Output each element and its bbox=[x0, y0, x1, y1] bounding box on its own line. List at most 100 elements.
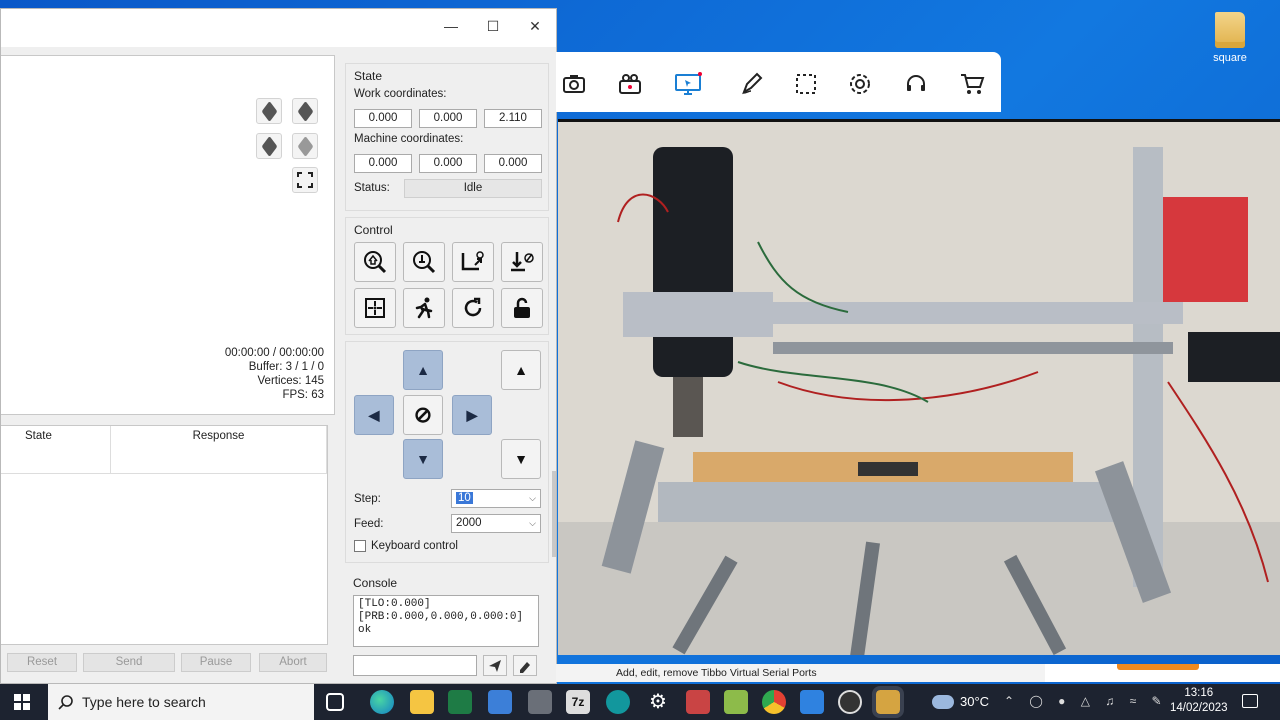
store-icon[interactable] bbox=[488, 690, 512, 714]
scrollbar[interactable] bbox=[552, 471, 556, 557]
visualizer[interactable]: 00:00:00 / 00:00:00 Buffer: 3 / 1 / 0 Ve… bbox=[1, 55, 335, 415]
app-icon[interactable] bbox=[528, 690, 552, 714]
console-input[interactable] bbox=[353, 655, 477, 676]
minimize-button[interactable]: — bbox=[429, 14, 473, 38]
jog-x-plus-button[interactable]: ▶ bbox=[452, 395, 492, 435]
search-placeholder: Type here to search bbox=[82, 694, 206, 710]
excel-icon[interactable] bbox=[448, 690, 472, 714]
candle-taskbar-icon[interactable] bbox=[872, 686, 904, 718]
app-icon-3[interactable] bbox=[724, 690, 748, 714]
work-coordinates-label: Work coordinates: bbox=[354, 88, 447, 100]
fps-readout: FPS: 63 bbox=[282, 389, 324, 401]
video-icon[interactable] bbox=[612, 66, 648, 102]
status-bar-right bbox=[1045, 664, 1280, 682]
select-region-icon[interactable] bbox=[788, 66, 824, 102]
send-button[interactable]: Send bbox=[83, 653, 175, 672]
send-icon[interactable] bbox=[483, 655, 507, 676]
cnc-machine-photo bbox=[558, 122, 1280, 655]
abort-button[interactable]: Abort bbox=[259, 653, 327, 672]
jog-z-minus-button[interactable]: ▼ bbox=[501, 439, 541, 479]
taskbar: Type here to search 7z ⚙ 30°C ⌃ ◯ ● △ ♫ … bbox=[0, 684, 1280, 720]
cube-view-icon[interactable] bbox=[256, 133, 282, 159]
maximize-button[interactable]: ☐ bbox=[471, 14, 515, 38]
candle-window: — ☐ ✕ 00:00:00 / 00:00:00 Buffer: 3 / 1 … bbox=[0, 8, 557, 684]
arduino-icon[interactable] bbox=[606, 690, 630, 714]
jog-stop-button[interactable]: ⊘ bbox=[403, 395, 443, 435]
keyboard-control-checkbox[interactable] bbox=[354, 540, 366, 552]
jog-y-minus-button[interactable]: ▼ bbox=[403, 439, 443, 479]
windows-start-icon[interactable] bbox=[14, 694, 30, 710]
cube-view-icon[interactable] bbox=[292, 133, 318, 159]
system-tray-icons[interactable]: ⌃ ◯ ● △ ♫ ≈ ✎ bbox=[1004, 694, 1168, 708]
keyboard-control-label: Keyboard control bbox=[371, 540, 458, 552]
search-input[interactable]: Type here to search bbox=[48, 684, 314, 720]
chrome-icon[interactable] bbox=[762, 690, 786, 714]
screen-cast-icon[interactable] bbox=[670, 66, 706, 102]
column-header-response[interactable]: Response bbox=[111, 426, 327, 474]
visualizer-stats: 00:00:00 / 00:00:00 Buffer: 3 / 1 / 0 Ve… bbox=[225, 346, 324, 402]
safe-position-icon[interactable] bbox=[403, 288, 445, 328]
clock[interactable]: 13:16 14/02/2023 bbox=[1170, 686, 1228, 716]
column-header-state[interactable]: State bbox=[1, 426, 111, 474]
headset-icon[interactable] bbox=[898, 66, 934, 102]
control-group: Control bbox=[345, 217, 549, 335]
progress-indicator bbox=[1117, 664, 1199, 670]
buffer-readout: Buffer: 3 / 1 / 0 bbox=[248, 361, 324, 373]
console-output[interactable]: [TLO:0.000] [PRB:0.000,0.000,0.000:0] ok bbox=[353, 595, 539, 647]
feed-select[interactable]: 2000 ⌵ bbox=[451, 514, 541, 533]
camera-icon[interactable] bbox=[556, 66, 592, 102]
console-title: Console bbox=[353, 576, 398, 590]
work-y-value: 0.000 bbox=[419, 109, 477, 128]
7zip-icon[interactable]: 7z bbox=[566, 690, 590, 714]
status-bar-text: Add, edit, remove Tibbo Virtual Serial P… bbox=[556, 664, 1045, 682]
step-select-value: 10 bbox=[456, 492, 473, 504]
close-button[interactable]: ✕ bbox=[513, 14, 557, 38]
zero-xy-icon[interactable] bbox=[452, 242, 494, 282]
command-table[interactable]: State Response bbox=[1, 425, 328, 645]
task-view-icon[interactable] bbox=[326, 693, 344, 711]
app-icon-4[interactable] bbox=[800, 690, 824, 714]
origin-icon[interactable] bbox=[354, 288, 396, 328]
home-icon[interactable] bbox=[354, 242, 396, 282]
chevron-down-icon: ⌵ bbox=[529, 493, 536, 503]
vertices-readout: Vertices: 145 bbox=[257, 375, 324, 387]
notifications-icon[interactable] bbox=[1242, 694, 1258, 708]
feed-label: Feed: bbox=[354, 518, 384, 530]
state-group: State Work coordinates: 0.000 0.000 2.11… bbox=[345, 63, 549, 211]
step-select[interactable]: 10 ⌵ bbox=[451, 489, 541, 508]
app-icon-2[interactable] bbox=[686, 690, 710, 714]
search-icon bbox=[58, 695, 73, 710]
time-readout: 00:00:00 / 00:00:00 bbox=[224, 347, 324, 359]
edge-icon[interactable] bbox=[370, 690, 394, 714]
unlock-icon[interactable] bbox=[501, 288, 543, 328]
desktop-icon-label: square bbox=[1213, 52, 1247, 64]
cube-view-icon[interactable] bbox=[292, 98, 318, 124]
file-explorer-icon[interactable] bbox=[410, 690, 434, 714]
reset-icon[interactable] bbox=[452, 288, 494, 328]
desktop-icon-square[interactable]: square bbox=[1204, 12, 1256, 64]
status-badge: Idle bbox=[404, 179, 542, 198]
jog-group: ▲ ▲ ◀ ⊘ ▶ ▼ ▼ Step: 10 ⌵ Feed: 2000 ⌵ Ke… bbox=[345, 341, 549, 563]
work-x-value: 0.000 bbox=[354, 109, 412, 128]
reset-button[interactable]: Reset bbox=[7, 653, 77, 672]
jog-z-plus-button[interactable]: ▲ bbox=[501, 350, 541, 390]
gear-icon[interactable] bbox=[842, 66, 878, 102]
zero-probe-icon[interactable] bbox=[403, 242, 445, 282]
jog-x-minus-button[interactable]: ◀ bbox=[354, 395, 394, 435]
pen-icon[interactable] bbox=[734, 66, 770, 102]
work-z-value: 2.110 bbox=[484, 109, 542, 128]
zero-z-icon[interactable] bbox=[501, 242, 543, 282]
folder-icon bbox=[1215, 12, 1245, 48]
step-label: Step: bbox=[354, 493, 381, 505]
cart-icon[interactable] bbox=[954, 66, 990, 102]
cube-view-icon[interactable] bbox=[256, 98, 282, 124]
pause-button[interactable]: Pause bbox=[181, 653, 251, 672]
temperature[interactable]: 30°C bbox=[960, 694, 989, 709]
fit-view-icon[interactable] bbox=[292, 167, 318, 193]
settings-icon[interactable]: ⚙ bbox=[646, 690, 670, 714]
chevron-down-icon: ⌵ bbox=[529, 518, 536, 528]
app-icon-5[interactable] bbox=[838, 690, 862, 714]
jog-y-plus-button[interactable]: ▲ bbox=[403, 350, 443, 390]
eraser-icon[interactable] bbox=[513, 655, 537, 676]
console-group: Console [TLO:0.000] [PRB:0.000,0.000,0.0… bbox=[345, 571, 549, 685]
